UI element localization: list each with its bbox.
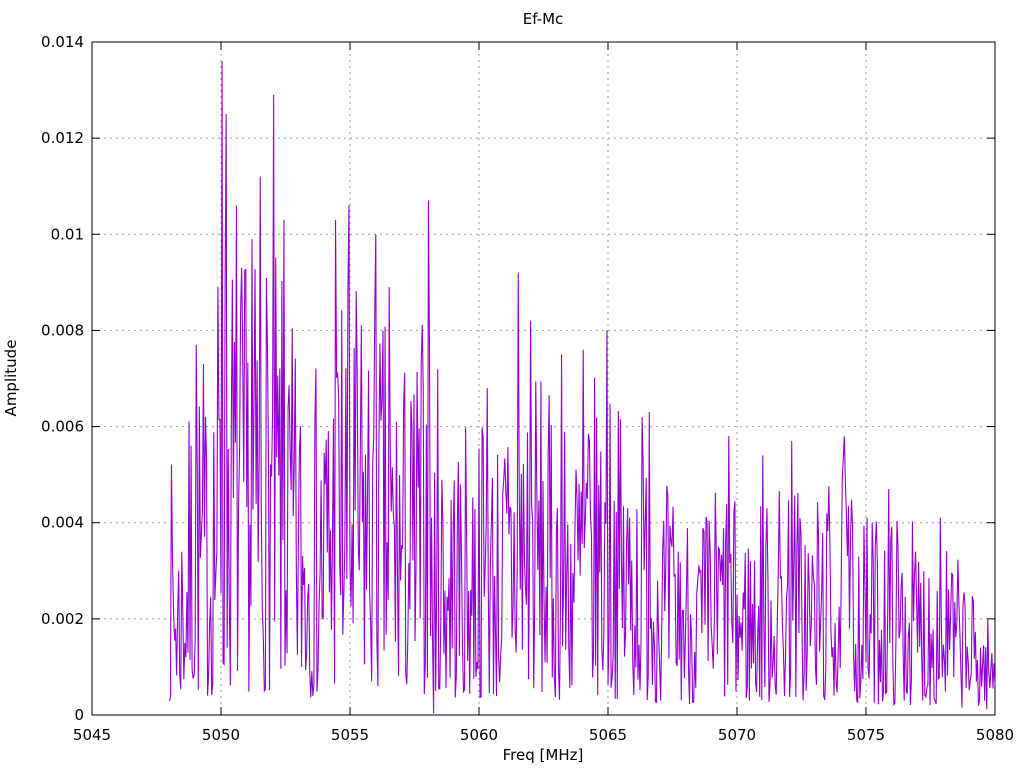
x-tick-label: 5060 xyxy=(460,726,498,744)
y-tick-label: 0.014 xyxy=(41,33,84,51)
x-axis-label: Freq [MHz] xyxy=(503,746,584,764)
y-tick-label: 0.002 xyxy=(41,610,84,628)
x-tick-label: 5055 xyxy=(331,726,369,744)
y-tick-label: 0 xyxy=(74,706,84,724)
y-tick-label: 0.004 xyxy=(41,514,84,532)
y-tick-label: 0.006 xyxy=(41,418,84,436)
x-tick-label: 5050 xyxy=(202,726,240,744)
spectrum-line xyxy=(168,61,996,714)
x-tick-label: 5080 xyxy=(976,726,1014,744)
x-tick-label: 5065 xyxy=(589,726,627,744)
y-tick-label: 0.008 xyxy=(41,321,84,339)
y-axis-label: Amplitude xyxy=(2,340,20,417)
plot-canvas: Ef-Mc Freq [MHz] Amplitude 5045 5050 5055 5… xyxy=(2,10,1014,764)
y-tick-label: 0.012 xyxy=(41,129,84,147)
gnuplot-figure: Ef-Mc Freq [MHz] Amplitude 5045 5050 5055 5… xyxy=(0,0,1024,768)
x-tick-label: 5070 xyxy=(718,726,756,744)
chart-title: Ef-Mc xyxy=(523,10,564,28)
x-tick-label: 5045 xyxy=(73,726,111,744)
data-series xyxy=(168,61,996,714)
y-tick-label: 0.01 xyxy=(51,225,84,243)
x-tick-label: 5075 xyxy=(847,726,885,744)
